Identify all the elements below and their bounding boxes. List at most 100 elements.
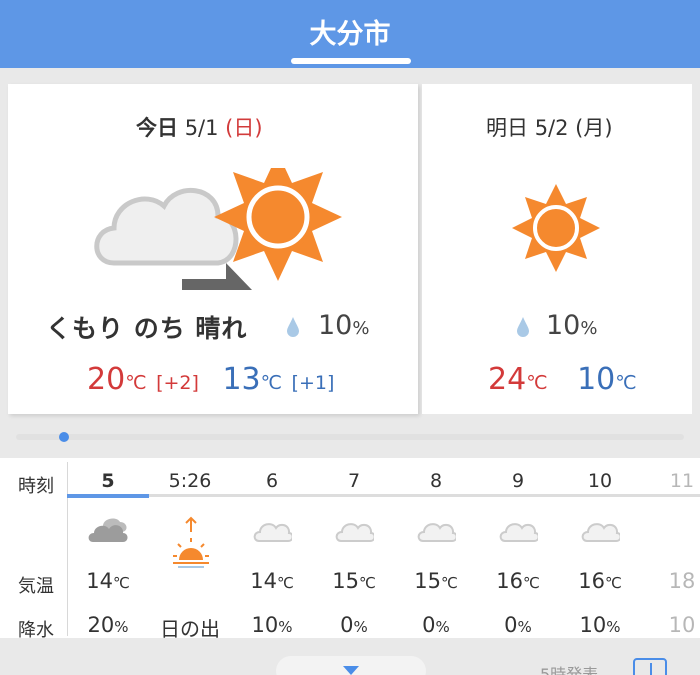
hour-temp-unit: ℃ [523, 574, 540, 592]
tomorrow-date: 明日 5/2 (月) [486, 112, 613, 142]
today-label: 今日 [136, 116, 178, 140]
time-row-label: 時刻 [18, 472, 54, 498]
hour-temp-unit: ℃ [359, 574, 376, 592]
sun-icon [512, 184, 600, 272]
hour-temp: 18 [641, 569, 700, 593]
hour-temp-value: 16 [578, 569, 605, 593]
sunrise-label: 日の出 [149, 613, 231, 642]
chevron-down-icon [343, 666, 359, 675]
hour-precip-unit: % [518, 618, 532, 636]
timeline-scroll-thumb[interactable] [59, 432, 69, 442]
today-low-value: 13 [222, 362, 260, 397]
hour-precip-unit: % [114, 618, 128, 636]
raindrop-icon [286, 316, 300, 338]
hour-time: 7 [313, 470, 395, 492]
hour-precip: 0% [313, 613, 395, 637]
hour-time: 11 [641, 470, 700, 492]
tomorrow-low: 10℃ [577, 362, 637, 397]
today-high-unit: ℃ [125, 372, 146, 394]
hour-temp-value: 15 [332, 569, 359, 593]
precip-row-label: 降水 [18, 616, 54, 642]
timeline-scrollbar[interactable] [16, 434, 684, 440]
hour-time: 5 [67, 470, 149, 492]
hour-temp: 15℃ [395, 569, 477, 593]
hour-time: 6 [231, 470, 313, 492]
today-temps: 20℃ [+2] 13℃ [+1] [87, 362, 334, 397]
hour-temp: 16℃ [559, 569, 641, 593]
today-high-value: 20 [87, 362, 125, 397]
hour-precip: 10% [231, 613, 313, 637]
hour-temp-value: 15 [414, 569, 441, 593]
hour-precip-value: 10 [669, 613, 696, 637]
active-tab-indicator [291, 58, 411, 64]
hour-time: 10 [559, 470, 641, 492]
current-time-indicator [67, 494, 149, 498]
hour-precip-value: 20 [88, 613, 115, 637]
today-rain-chance: 10% [318, 310, 369, 341]
hour-temp-unit: ℃ [605, 574, 622, 592]
cloudy-then-sunny-icon [86, 168, 346, 296]
cloud-icon [252, 518, 292, 544]
tomorrow-label: 明日 [486, 116, 528, 140]
hour-precip: 0% [395, 613, 477, 637]
cloud-icon [416, 518, 456, 544]
hour-temp: 16℃ [477, 569, 559, 593]
today-high: 20℃ [+2] [87, 362, 199, 397]
hour-precip-value: 0 [504, 613, 517, 637]
hour-precip-value: 0 [340, 613, 353, 637]
today-dow: (日) [225, 116, 262, 140]
tomorrow-high: 24℃ [488, 362, 548, 397]
tomorrow-high-value: 24 [488, 362, 526, 397]
hour-precip-value: 0 [422, 613, 435, 637]
sun-icon [214, 168, 342, 281]
sunrise-icon [170, 516, 212, 576]
cloud-icon [580, 518, 620, 544]
hour-precip-unit: % [278, 618, 292, 636]
hour-precip: 20% [67, 613, 149, 637]
hour-time: 9 [477, 470, 559, 492]
today-rain-value: 10 [318, 310, 352, 341]
hour-temp-value: 18 [669, 569, 696, 593]
hour-column[interactable]: 11 18 10 [641, 0, 700, 675]
hour-precip-value: 10 [580, 613, 607, 637]
arrow-icon [182, 263, 252, 290]
hour-temp-value: 14 [250, 569, 277, 593]
tomorrow-rain-chance: 10% [546, 310, 597, 341]
tomorrow-low-value: 10 [577, 362, 615, 397]
app-header: 大分市 [0, 0, 700, 68]
expand-button[interactable] [276, 656, 426, 675]
time-row-divider [67, 494, 700, 497]
today-high-diff: [+2] [156, 372, 199, 394]
temp-row-label: 気温 [18, 572, 54, 598]
hour-precip: 10% [559, 613, 641, 637]
tomorrow-dow: (月) [575, 116, 612, 140]
today-date: 今日 5/1 (日) [136, 112, 263, 142]
hour-precip-unit: % [436, 618, 450, 636]
hour-precip: 10 [641, 613, 700, 637]
today-low: 13℃ [+1] [222, 362, 334, 397]
tomorrow-rain-value: 10 [546, 310, 580, 341]
hour-temp-unit: ℃ [277, 574, 294, 592]
hour-temp-unit: ℃ [113, 574, 130, 592]
today-low-diff: [+1] [292, 372, 335, 394]
hour-temp-unit: ℃ [441, 574, 458, 592]
cloud-icon [334, 518, 374, 544]
cloudy-icon [87, 512, 129, 546]
hour-temp-value: 16 [496, 569, 523, 593]
hour-temp: 14℃ [67, 569, 149, 593]
hour-time: 8 [395, 470, 477, 492]
hour-precip: 0% [477, 613, 559, 637]
announcement-time: 5時発表 [540, 661, 598, 675]
hour-precip-value: 10 [252, 613, 279, 637]
city-title[interactable]: 大分市 [0, 12, 700, 51]
tomorrow-high-unit: ℃ [526, 372, 547, 394]
hour-temp-value: 14 [86, 569, 113, 593]
hour-precip-unit: % [606, 618, 620, 636]
tomorrow-low-unit: ℃ [615, 372, 636, 394]
cloud-icon [498, 518, 538, 544]
today-low-unit: ℃ [261, 372, 282, 394]
info-button[interactable] [633, 658, 667, 675]
hour-precip-unit: % [354, 618, 368, 636]
hour-temp: 14℃ [231, 569, 313, 593]
today-weather-text: くもり のち 晴れ [46, 309, 247, 345]
